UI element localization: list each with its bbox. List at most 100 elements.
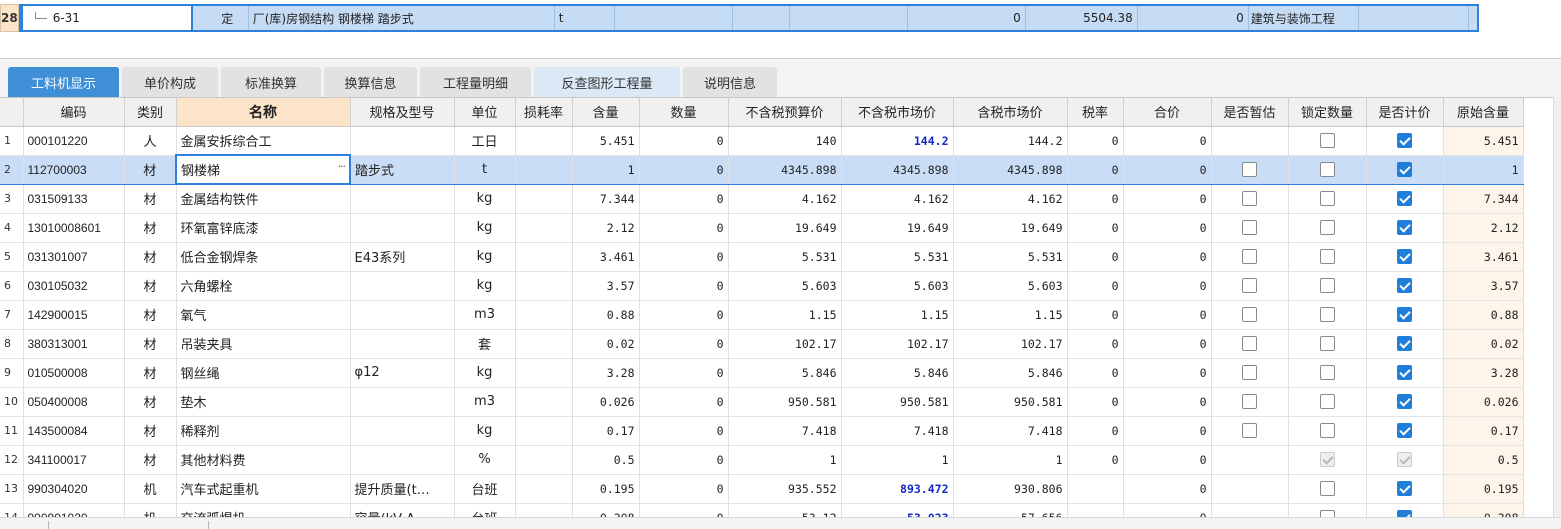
estimated-checkbox[interactable] [1242, 249, 1257, 264]
total-cell[interactable]: 0 [1123, 184, 1212, 214]
content-cell[interactable]: 3.57 [572, 271, 640, 301]
content-cell[interactable]: 0.88 [572, 300, 640, 330]
unit-cell[interactable]: m3 [454, 300, 516, 330]
parent-total-cell[interactable]: 0 [1138, 6, 1249, 30]
quantity-cell[interactable]: 0 [639, 445, 729, 475]
unit-cell[interactable]: 套 [454, 329, 516, 359]
spec-cell[interactable]: φ12 [350, 358, 455, 388]
name-cell[interactable]: 其他材料费 [176, 445, 351, 475]
lock-qty-checkbox[interactable] [1319, 481, 1335, 496]
market-price-cell[interactable]: 5.846 [841, 358, 954, 388]
tax-market-price-cell[interactable]: 1 [953, 445, 1068, 475]
row-number[interactable]: 4 [0, 213, 24, 243]
name-cell[interactable]: 钢楼梯 ··· [175, 154, 351, 185]
tab-unit-price-composition[interactable]: 单价构成 [122, 67, 218, 97]
market-price-cell[interactable]: 7.418 [841, 416, 954, 446]
loss-rate-cell[interactable] [515, 126, 573, 156]
unit-cell[interactable]: kg [454, 416, 516, 446]
priced-checkbox[interactable] [1397, 162, 1412, 177]
budget-price-cell[interactable]: 4.162 [728, 184, 842, 214]
quantity-cell[interactable]: 0 [639, 300, 729, 330]
quantity-cell[interactable]: 0 [639, 184, 729, 214]
unit-cell[interactable]: kg [454, 184, 516, 214]
ellipsis-button-icon[interactable]: ··· [338, 160, 346, 173]
original-content-cell[interactable]: 2.12 [1443, 213, 1524, 243]
content-cell[interactable]: 0.026 [572, 387, 640, 417]
type-cell[interactable]: 材 [124, 300, 177, 330]
type-cell[interactable]: 材 [124, 213, 177, 243]
total-cell[interactable]: 0 [1123, 242, 1212, 272]
market-price-cell[interactable]: 5.603 [841, 271, 954, 301]
unit-cell[interactable]: 工日 [454, 126, 516, 156]
table-row[interactable]: 13 990304020 机汽车式起重机 提升质量(t… 台班 0.195 0 935.552… [0, 474, 1524, 504]
header-quantity[interactable]: 数量 [639, 98, 729, 127]
quantity-cell[interactable]: 0 [639, 358, 729, 388]
original-content-cell[interactable]: 0.195 [1443, 474, 1524, 504]
tax-market-price-cell[interactable]: 5.846 [953, 358, 1068, 388]
type-cell[interactable]: 机 [124, 503, 177, 517]
market-price-cell[interactable]: 5.531 [841, 242, 954, 272]
row-number[interactable]: 14 [0, 503, 24, 517]
tax-market-price-cell[interactable]: 930.806 [953, 474, 1068, 504]
total-cell[interactable]: 0 [1123, 126, 1212, 156]
loss-rate-cell[interactable] [515, 445, 573, 475]
parent-unit-cell[interactable]: t [555, 6, 615, 30]
row-number[interactable]: 1 [0, 126, 24, 156]
original-content-cell[interactable]: 0.88 [1443, 300, 1524, 330]
tax-rate-cell[interactable]: 0 [1067, 329, 1124, 359]
code-cell[interactable]: 341100017 [23, 445, 125, 475]
spec-cell[interactable] [350, 445, 455, 475]
row-number[interactable]: 7 [0, 300, 24, 330]
parent-name-cell[interactable]: 厂(库)房钢结构 钢楼梯 踏步式 [249, 6, 555, 30]
header-code[interactable]: 编码 [23, 98, 125, 127]
original-content-cell[interactable]: 0.5 [1443, 445, 1524, 475]
name-cell[interactable]: 金属结构铁件 [176, 184, 351, 214]
original-content-cell[interactable]: 0.308 [1443, 503, 1524, 517]
unit-cell[interactable]: kg [454, 242, 516, 272]
code-cell[interactable]: 010500008 [23, 358, 125, 388]
header-market-price[interactable]: 不含税市场价 [841, 98, 954, 127]
tab-quantity-detail[interactable]: 工程量明细 [420, 67, 531, 97]
name-cell[interactable]: 金属安拆综合工 [176, 126, 351, 156]
code-cell[interactable]: 990901020 [23, 503, 125, 517]
unit-cell[interactable]: kg [454, 271, 516, 301]
header-content[interactable]: 含量 [572, 98, 640, 127]
lock-qty-checkbox[interactable] [1319, 220, 1335, 235]
spec-cell[interactable] [350, 126, 455, 156]
table-row[interactable]: 8 380313001 材吊装夹具套 0.02 0 102.17 102.17 102.17 0… [0, 329, 1524, 359]
code-cell[interactable]: 112700003 [23, 154, 125, 185]
quantity-cell[interactable]: 0 [639, 329, 729, 359]
market-price-cell[interactable]: 1.15 [841, 300, 954, 330]
tax-market-price-cell[interactable]: 1.15 [953, 300, 1068, 330]
header-total[interactable]: 合价 [1123, 98, 1212, 127]
quantity-cell[interactable]: 0 [639, 416, 729, 446]
name-cell[interactable]: 吊装夹具 [176, 329, 351, 359]
loss-rate-cell[interactable] [515, 300, 573, 330]
row-number[interactable]: 6 [0, 271, 24, 301]
estimated-checkbox[interactable] [1242, 162, 1257, 177]
original-content-cell[interactable]: 5.451 [1443, 126, 1524, 156]
market-price-cell[interactable]: 53.023 [841, 503, 954, 517]
priced-checkbox[interactable] [1397, 191, 1412, 206]
row-number[interactable]: 13 [0, 474, 24, 504]
spec-cell[interactable] [350, 387, 455, 417]
row-number[interactable]: 8 [0, 329, 24, 359]
tax-rate-cell[interactable]: 0 [1067, 184, 1124, 214]
row-number[interactable]: 3 [0, 184, 24, 214]
content-cell[interactable]: 5.451 [572, 126, 640, 156]
loss-rate-cell[interactable] [515, 503, 573, 517]
header-tax-rate[interactable]: 税率 [1067, 98, 1124, 127]
estimated-checkbox[interactable] [1242, 365, 1257, 380]
tab-labor-material-machine[interactable]: 工料机显示 [8, 67, 119, 97]
quantity-cell[interactable]: 0 [639, 126, 729, 156]
original-content-cell[interactable]: 1 [1443, 154, 1524, 185]
market-price-cell[interactable]: 4.162 [841, 184, 954, 214]
code-cell[interactable]: 000101220 [23, 126, 125, 156]
budget-price-cell[interactable]: 5.846 [728, 358, 842, 388]
loss-rate-cell[interactable] [515, 474, 573, 504]
original-content-cell[interactable]: 3.461 [1443, 242, 1524, 272]
original-content-cell[interactable]: 3.57 [1443, 271, 1524, 301]
priced-checkbox[interactable] [1397, 133, 1412, 148]
quantity-cell[interactable]: 0 [639, 387, 729, 417]
name-cell[interactable]: 钢丝绳 [176, 358, 351, 388]
